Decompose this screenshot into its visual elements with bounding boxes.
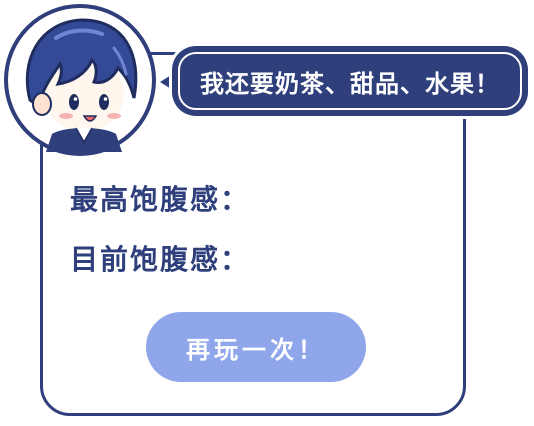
speech-bubble: 我还要奶茶、甜品、水果！ bbox=[172, 46, 528, 116]
speech-bubble-text: 我还要奶茶、甜品、水果！ bbox=[200, 69, 500, 98]
chibi-character-icon bbox=[2, 2, 158, 158]
max-fullness-label: 最高饱腹感： bbox=[70, 183, 251, 216]
replay-button[interactable]: 再玩一次！ bbox=[146, 312, 366, 382]
current-fullness-label: 目前饱腹感： bbox=[70, 243, 251, 276]
